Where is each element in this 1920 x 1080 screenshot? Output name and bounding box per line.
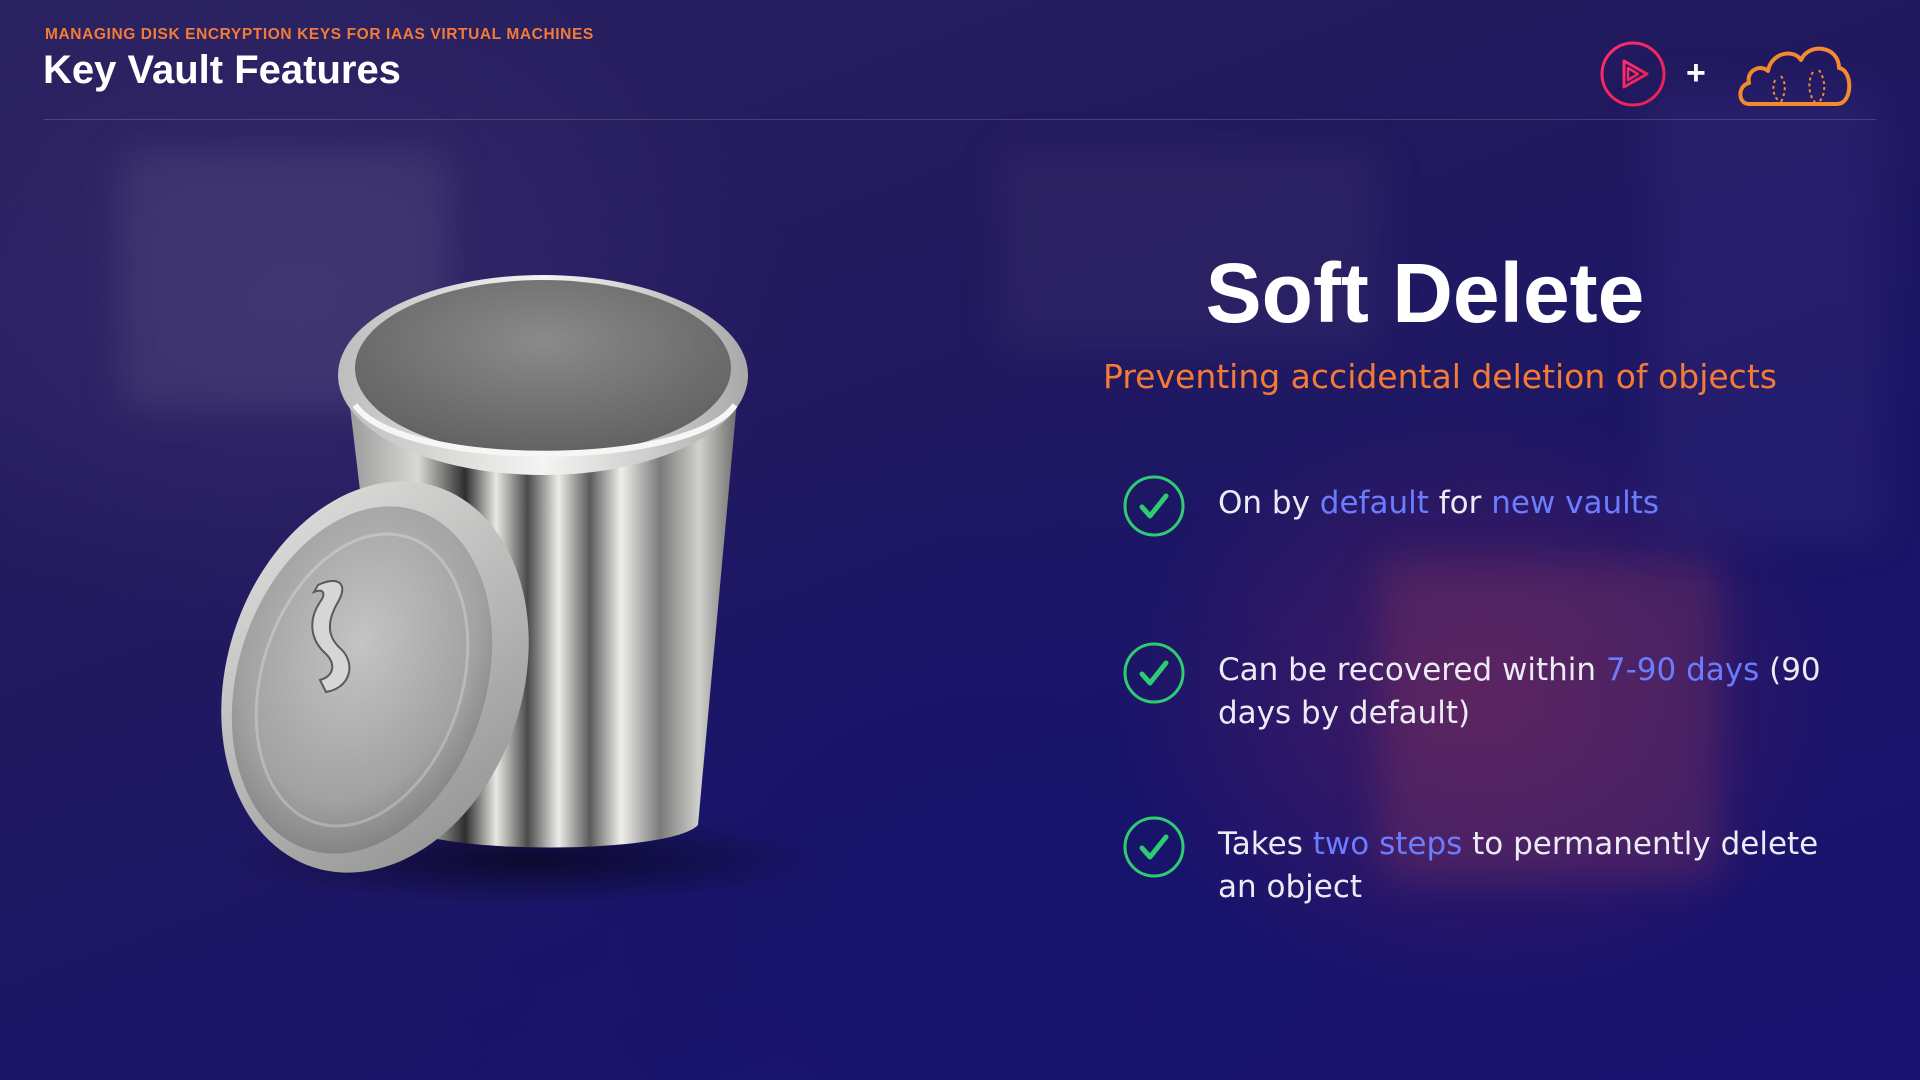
feature-highlight: new vaults [1491, 485, 1660, 521]
cloud-logo-icon [1738, 46, 1852, 106]
course-kicker: MANAGING DISK ENCRYPTION KEYS FOR IAAS V… [45, 26, 594, 43]
feature-text-part: Takes [1218, 826, 1313, 862]
checkmark-circle-icon [1123, 475, 1185, 537]
page-title: Key Vault Features [43, 48, 401, 92]
feature-highlight: default [1319, 485, 1429, 521]
logo-plus-sign: + [1686, 54, 1706, 92]
feature-text: Can be recovered within 7-90 days (90 da… [1218, 649, 1838, 735]
pluralsight-play-logo-icon [1600, 41, 1666, 107]
trash-can-icon [221, 275, 830, 905]
checkmark-circle-icon [1123, 816, 1185, 878]
checkmark-circle-icon [1123, 642, 1185, 704]
feature-text: Takes two steps to permanently delete an… [1218, 823, 1838, 909]
feature-text: On by default for new vaults [1218, 482, 1838, 525]
header-divider [44, 119, 1876, 120]
feature-highlight: two steps [1312, 826, 1463, 862]
feature-text-part: Can be recovered within [1218, 652, 1606, 688]
feature-text-part: On by [1218, 485, 1320, 521]
section-subtitle: Preventing accidental deletion of object… [1103, 357, 1777, 396]
feature-text-part: for [1428, 485, 1492, 521]
section-title: Soft Delete [1205, 246, 1645, 340]
feature-highlight: 7-90 days [1605, 652, 1760, 688]
